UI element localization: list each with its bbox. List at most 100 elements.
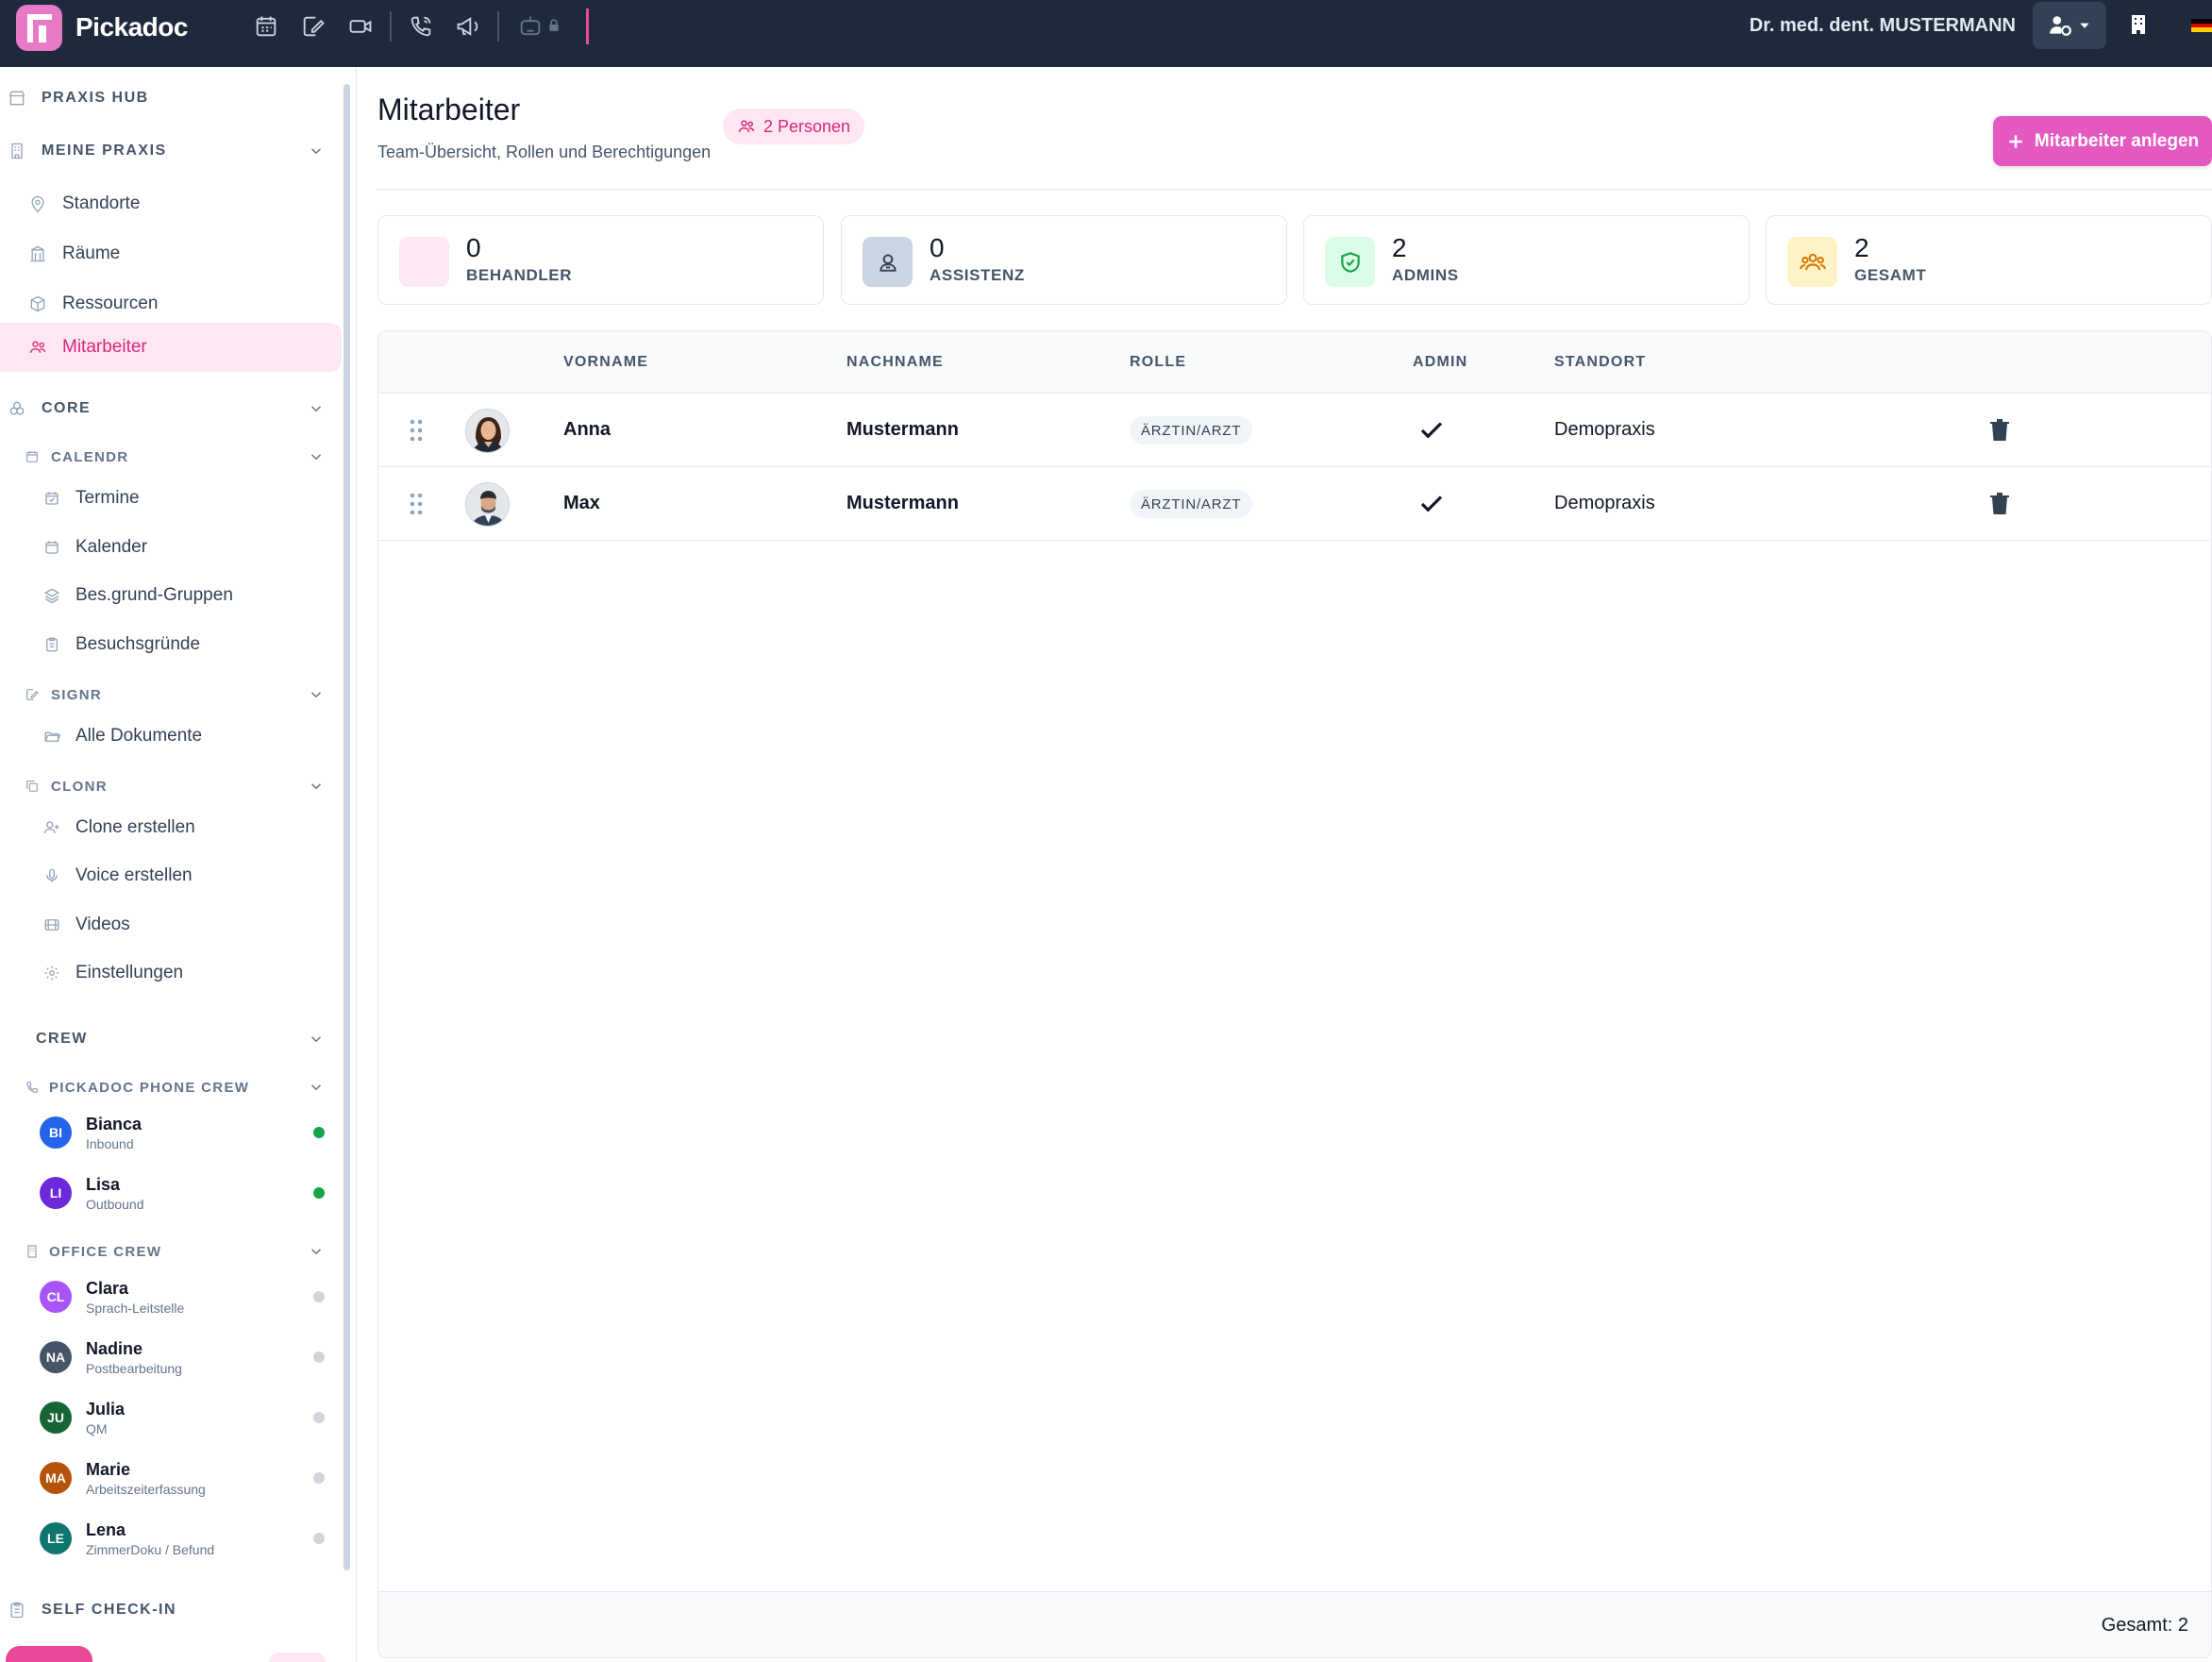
chevron-down-icon: [308, 143, 325, 159]
sidebar-item-label: Kalender: [75, 537, 148, 557]
sidebar-subsection-label: CALENDR: [51, 448, 129, 465]
sidebar-item-mitarbeiter[interactable]: Mitarbeiter: [0, 323, 342, 372]
trash-icon[interactable]: [1988, 492, 2011, 516]
crew-member-lisa[interactable]: LI Lisa Outbound: [0, 1167, 342, 1219]
avatar: LI: [40, 1177, 72, 1209]
brand-name: Pickadoc: [75, 12, 188, 42]
sidebar-subsection-clonr[interactable]: CLONR: [0, 770, 342, 802]
app-logo[interactable]: [16, 5, 62, 51]
video-icon[interactable]: [347, 13, 374, 40]
crew-member-clara[interactable]: CL Clara Sprach-Leitstelle: [0, 1270, 342, 1323]
user-menu-button[interactable]: [2033, 2, 2106, 49]
sidebar-section-core[interactable]: CORE: [0, 393, 342, 425]
status-dot: [313, 1412, 325, 1423]
building-icon: [8, 142, 26, 160]
phone-icon: [25, 1080, 40, 1095]
phone-icon[interactable]: [408, 13, 434, 40]
crew-member-name: Nadine: [86, 1339, 143, 1358]
calendar-icon[interactable]: [253, 13, 279, 40]
sidebar-section-crew[interactable]: CREW: [0, 1023, 342, 1055]
table-row[interactable]: Max Mustermann ÄRZTIN/ARZT Demopraxis: [378, 467, 2211, 541]
avatar: NA: [40, 1341, 72, 1373]
status-dot: [313, 1472, 325, 1484]
chevron-down-icon: [308, 1079, 325, 1096]
plus-icon: [2006, 132, 2025, 151]
sidebar-item-label: Bes.grund-Gruppen: [75, 585, 233, 605]
sign-document-icon[interactable]: [300, 13, 327, 40]
calendar-check-icon: [43, 490, 60, 507]
sidebar-bottom-pill[interactable]: [6, 1646, 92, 1662]
sidebar-subsection-office-crew[interactable]: OFFICE CREW: [0, 1235, 342, 1267]
crew-member-role: Outbound: [86, 1197, 144, 1212]
drag-handle-icon[interactable]: [408, 492, 425, 516]
add-employee-button[interactable]: Mitarbeiter anlegen: [1993, 116, 2212, 166]
sidebar-scrollbar[interactable]: [344, 84, 350, 1570]
column-header-vorname[interactable]: VORNAME: [563, 354, 648, 371]
crew-member-nadine[interactable]: NA Nadine Postbearbeitung: [0, 1331, 342, 1384]
sidebar-item-label: Clone erstellen: [75, 817, 195, 837]
table-header: VORNAME NACHNAME ROLLE ADMIN STANDORT: [378, 331, 2211, 394]
chevron-down-icon: [308, 400, 325, 417]
sidebar-item-label: Besuchsgründe: [75, 634, 201, 654]
column-header-nachname[interactable]: NACHNAME: [846, 354, 944, 371]
sidebar-subsection-signr[interactable]: SIGNR: [0, 679, 342, 711]
sidebar-item-label: Ressourcen: [62, 294, 159, 313]
crew-member-lena[interactable]: LE Lena ZimmerDoku / Befund: [0, 1512, 342, 1565]
chevron-down-icon: [308, 448, 325, 465]
crew-member-name: Marie: [86, 1460, 131, 1479]
sidebar-item-raeume[interactable]: Räume: [0, 229, 342, 278]
crew-member-julia[interactable]: JU Julia QM: [0, 1391, 342, 1444]
sidebar-item-voice-erstellen[interactable]: Voice erstellen: [0, 854, 342, 898]
sidebar-item-bes-grund-gruppen[interactable]: Bes.grund-Gruppen: [0, 574, 342, 617]
status-dot: [313, 1533, 325, 1544]
sidebar-item-ressourcen[interactable]: Ressourcen: [0, 279, 342, 328]
user-badge-icon: [863, 237, 913, 287]
stat-label: GESAMT: [1854, 266, 1927, 284]
sidebar-subsection-calendr[interactable]: CALENDR: [0, 441, 342, 473]
language-flag-icon[interactable]: [2191, 19, 2212, 32]
toolbar-divider: [390, 11, 392, 42]
column-header-rolle[interactable]: ROLLE: [1130, 354, 1186, 371]
chevron-down-icon: [308, 1031, 325, 1048]
sidebar-item-alle-dokumente[interactable]: Alle Dokumente: [0, 714, 342, 758]
sidebar-subsection-label: OFFICE CREW: [49, 1243, 162, 1260]
sidebar-item-einstellungen[interactable]: Einstellungen: [0, 951, 342, 995]
avatar: BI: [40, 1116, 72, 1149]
sidebar-item-termine[interactable]: Termine: [0, 477, 342, 520]
sidebar-item-kalender[interactable]: Kalender: [0, 526, 342, 569]
persons-count-label: 2 Personen: [763, 116, 851, 136]
crew-member-name: Lena: [86, 1520, 126, 1539]
building-icon[interactable]: [2127, 13, 2152, 38]
sidebar-item-self-checkin[interactable]: SELF CHECK-IN: [0, 1594, 342, 1626]
sidebar-item-standorte[interactable]: Standorte: [0, 179, 342, 228]
sidebar-item-clone-erstellen[interactable]: Clone erstellen: [0, 806, 342, 849]
crew-member-role: Inbound: [86, 1136, 134, 1151]
sidebar-section-meine-praxis[interactable]: MEINE PRAXIS: [0, 135, 342, 167]
sidebar-item-praxis-hub[interactable]: PRAXIS HUB: [0, 82, 342, 114]
check-icon: [1417, 490, 1446, 518]
crew-member-bianca[interactable]: BI Bianca Inbound: [0, 1106, 342, 1159]
crew-member-role: ZimmerDoku / Befund: [86, 1542, 215, 1557]
sidebar-item-besuchsgruende[interactable]: Besuchsgründe: [0, 623, 342, 666]
table-row[interactable]: Anna Mustermann ÄRZTIN/ARZT Demopraxis: [378, 394, 2211, 467]
header-divider: [377, 189, 2212, 190]
crew-member-name: Bianca: [86, 1115, 142, 1133]
sidebar-subsection-phone-crew[interactable]: PICKADOC PHONE CREW: [0, 1071, 342, 1103]
megaphone-icon[interactable]: [455, 13, 481, 40]
stat-value: 2: [1854, 233, 1869, 262]
drag-handle-icon[interactable]: [408, 418, 425, 443]
cell-nachname: Mustermann: [846, 493, 959, 513]
crew-member-marie[interactable]: MA Marie Arbeitszeiterfassung: [0, 1452, 342, 1504]
sidebar-item-label: Mitarbeiter: [62, 337, 147, 357]
top-bar: Pickadoc Dr. med. dent. MUSTERMANN: [0, 0, 2212, 67]
stat-card-admins: 2 ADMINS: [1303, 215, 1750, 305]
add-employee-label: Mitarbeiter anlegen: [2034, 130, 2200, 151]
sidebar-item-videos[interactable]: Videos: [0, 903, 342, 947]
trash-icon[interactable]: [1988, 418, 2011, 443]
layers-icon: [8, 399, 26, 418]
sidebar-subsection-label: PICKADOC PHONE CREW: [49, 1079, 250, 1096]
stat-card-gesamt: 2 GESAMT: [1766, 215, 2212, 305]
users-icon: [28, 338, 47, 357]
column-header-admin[interactable]: ADMIN: [1413, 354, 1467, 371]
column-header-standort[interactable]: STANDORT: [1554, 354, 1646, 371]
